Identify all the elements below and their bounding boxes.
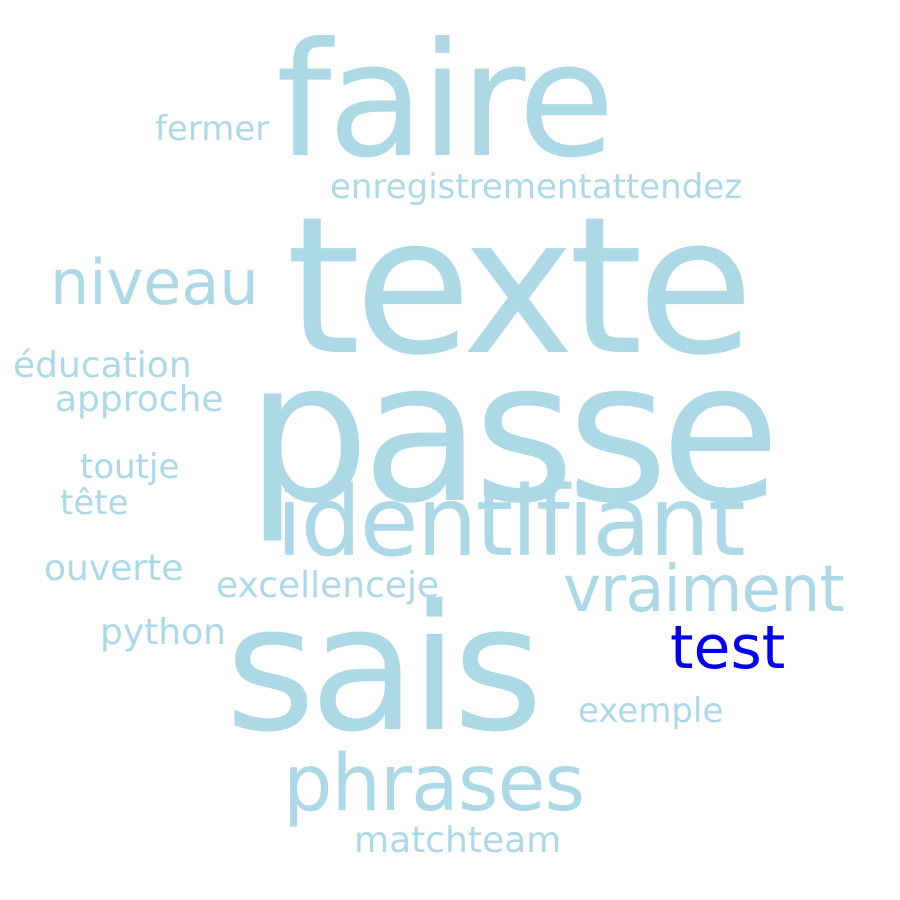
word-niveau: niveau bbox=[50, 246, 259, 319]
word-sais: sais bbox=[225, 568, 543, 771]
word-python: python bbox=[100, 612, 226, 653]
word-phrases: phrases bbox=[283, 739, 585, 829]
word-fermer: fermer bbox=[155, 109, 270, 149]
word-test: test bbox=[670, 613, 786, 683]
word-cloud: faire fermer enregistrementattendez text… bbox=[0, 0, 900, 900]
word-faire: faire bbox=[276, 9, 615, 193]
word-tete: tête bbox=[60, 483, 129, 523]
word-approche: approche bbox=[55, 379, 224, 420]
word-ouverte: ouverte bbox=[44, 548, 184, 589]
word-toutje: toutje bbox=[80, 447, 180, 487]
word-exemple: exemple bbox=[578, 691, 724, 731]
word-matchteam: matchteam bbox=[354, 820, 562, 861]
